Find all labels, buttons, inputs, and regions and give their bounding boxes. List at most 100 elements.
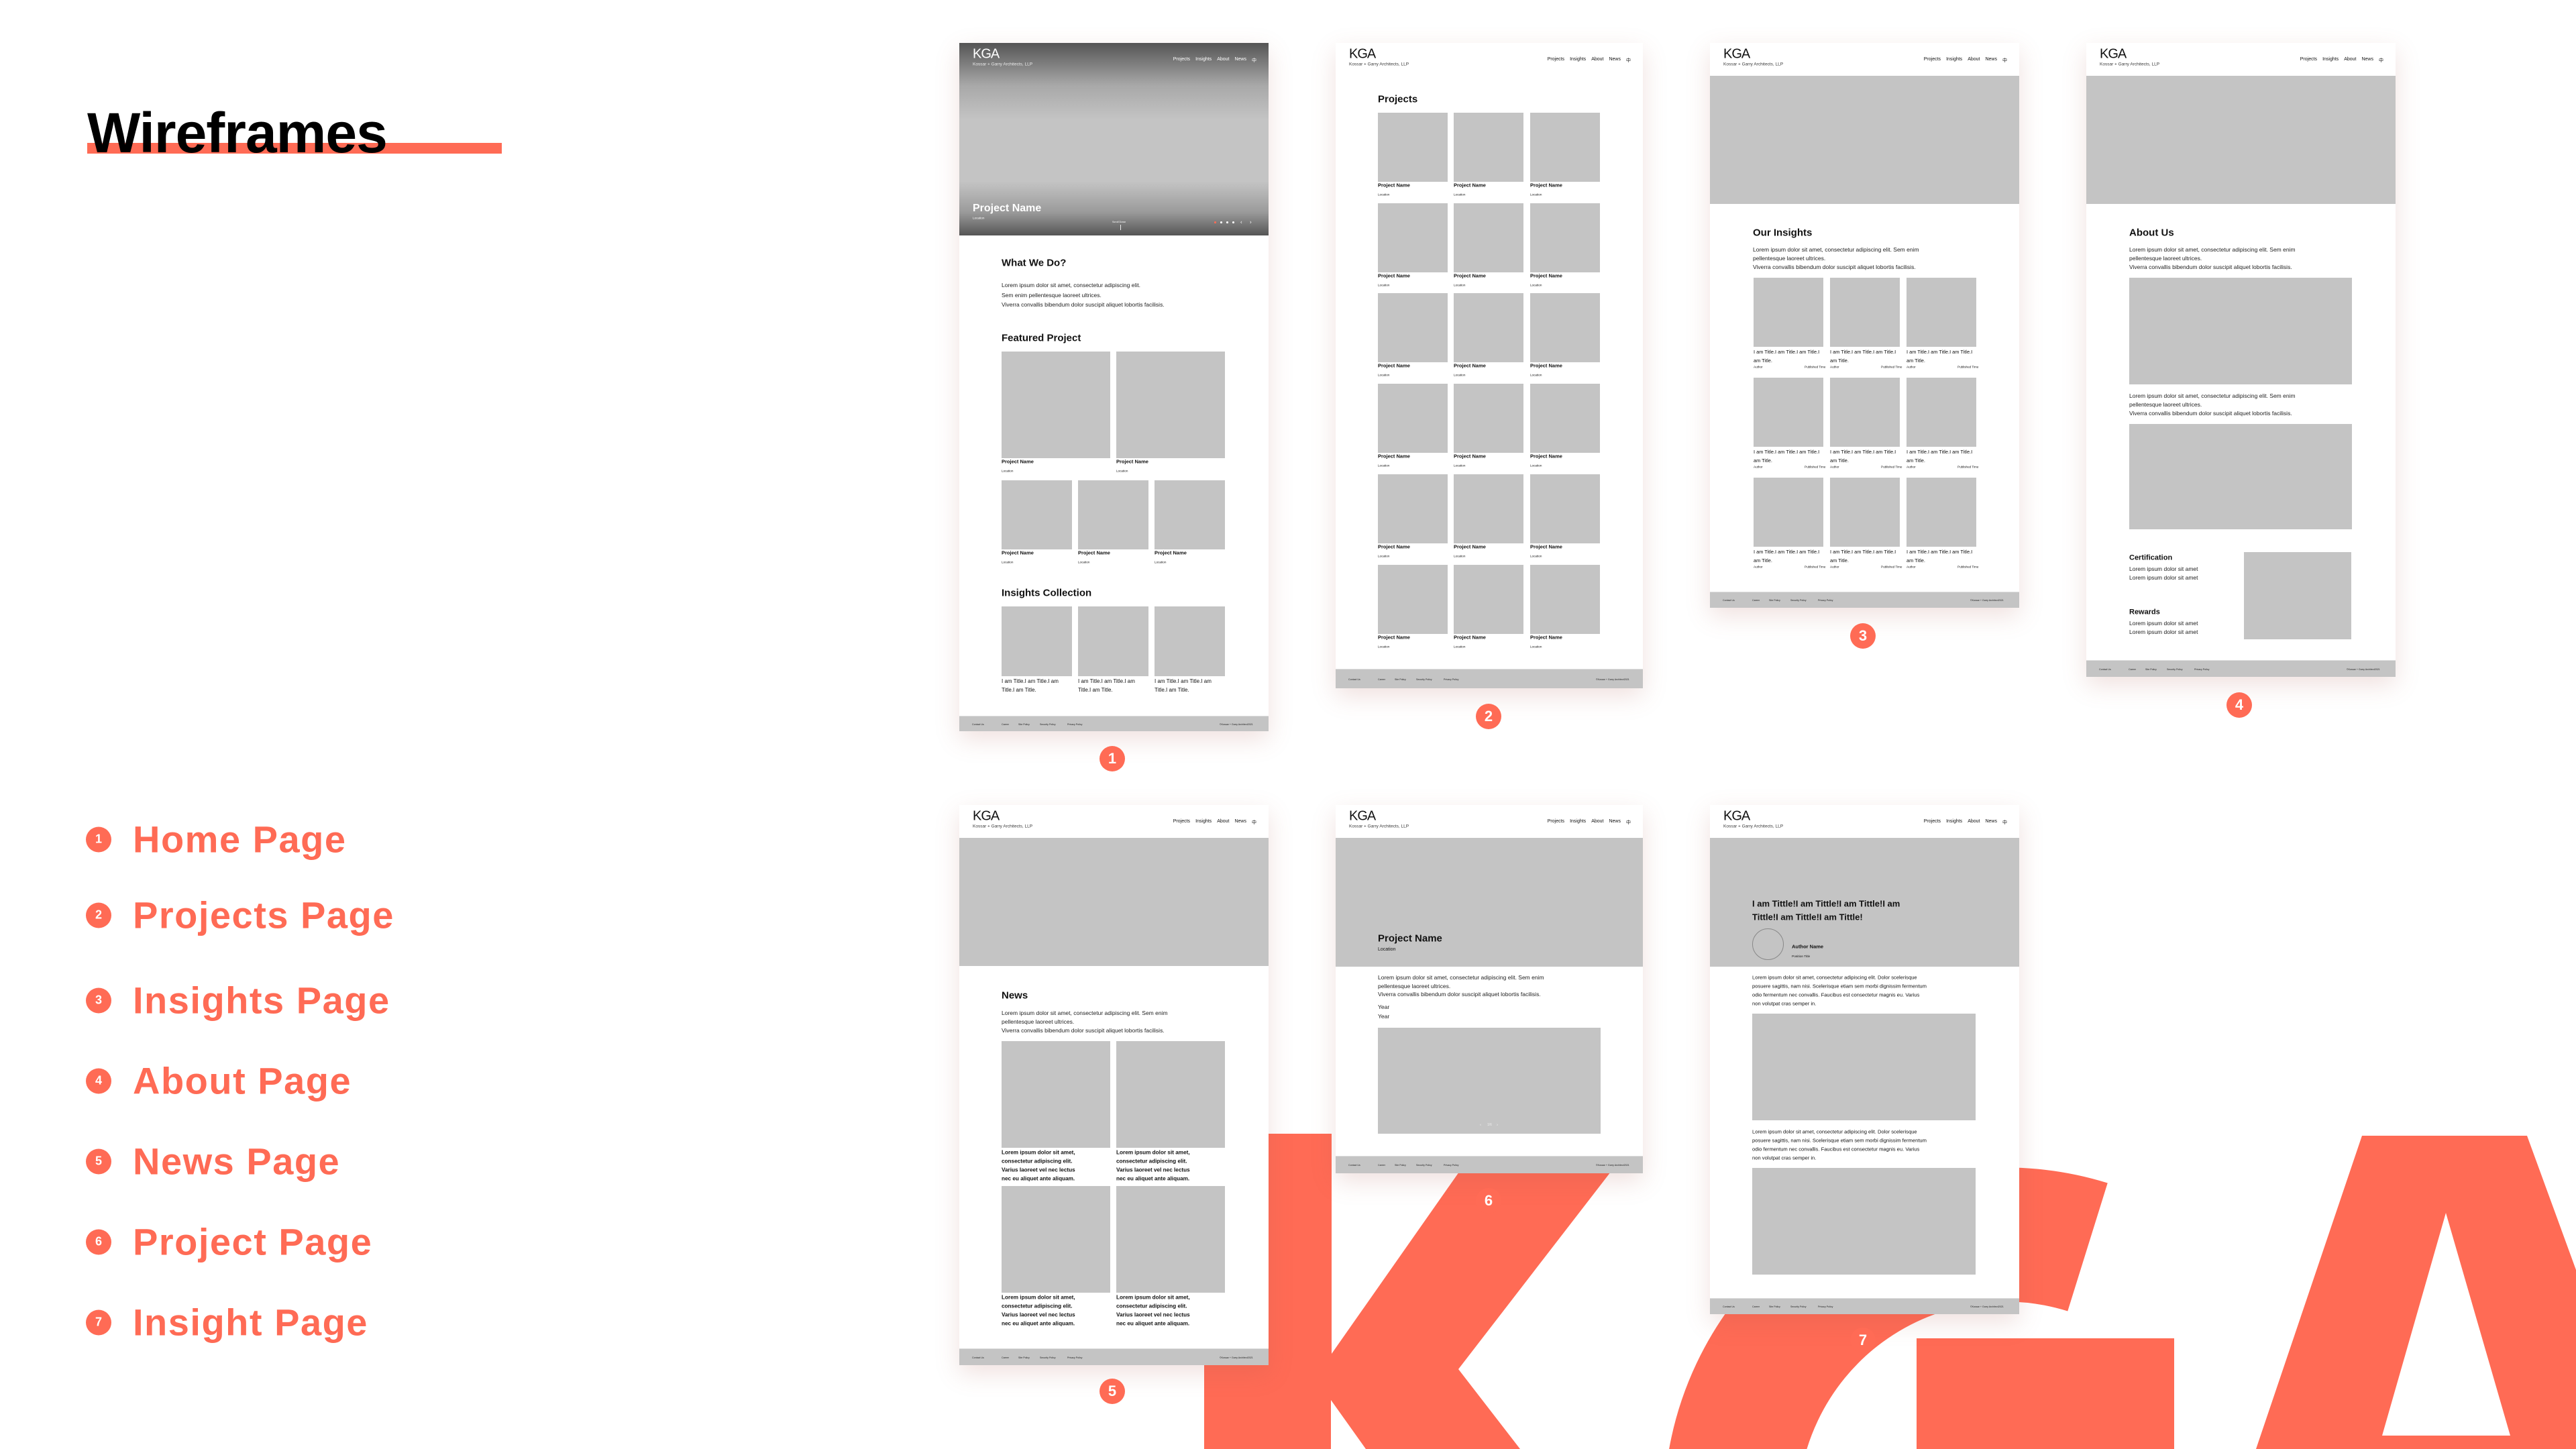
slider-prev-arrow[interactable]: ‹ bbox=[1240, 219, 1242, 225]
footer-link[interactable]: Career bbox=[1752, 1305, 1760, 1308]
nav-item-about[interactable]: About bbox=[1968, 57, 1980, 64]
nav-item-about[interactable]: About bbox=[2344, 57, 2356, 64]
footer-link[interactable]: Contact Us bbox=[1723, 599, 1735, 602]
nav-item-projects[interactable]: Projects bbox=[1924, 819, 1941, 826]
footer-link[interactable]: Privacy Policy bbox=[1818, 1305, 1833, 1308]
nav-item-insights[interactable]: Insights bbox=[1570, 57, 1586, 64]
footer-link[interactable]: Security Policy bbox=[1416, 1164, 1432, 1167]
nav-item-news[interactable]: News bbox=[1609, 57, 1621, 64]
nav-item-news[interactable]: News bbox=[1985, 57, 1997, 64]
footer-link[interactable]: Career bbox=[1378, 1164, 1385, 1167]
nav-item-news[interactable]: News bbox=[1985, 819, 1997, 826]
slider-dot[interactable] bbox=[1220, 221, 1222, 223]
paragraph-line: posuere sagittis, nam nisi. Scelerisque … bbox=[1752, 1137, 1927, 1144]
site-footer: Contact Us Career Site Policy Security Poli… bbox=[1336, 1156, 1643, 1173]
footer-link[interactable]: Contact Us bbox=[1348, 1164, 1360, 1167]
site-logo[interactable]: KGA bbox=[973, 809, 1000, 824]
author-position: Position Title bbox=[1792, 955, 1811, 959]
language-icon[interactable]: 中 bbox=[2002, 819, 2007, 826]
language-icon[interactable]: 中 bbox=[1626, 57, 1631, 64]
nav-item-projects[interactable]: Projects bbox=[1924, 57, 1941, 64]
nav-item-about[interactable]: About bbox=[1591, 819, 1603, 826]
slider-dot[interactable] bbox=[1214, 221, 1216, 223]
site-logo[interactable]: KGA bbox=[1723, 47, 1750, 62]
letter-g-bar bbox=[1917, 1338, 2174, 1449]
nav-item-projects[interactable]: Projects bbox=[1173, 819, 1190, 826]
nav-item-news[interactable]: News bbox=[2361, 57, 2373, 64]
footer-link[interactable]: Career bbox=[1378, 678, 1385, 680]
nav-item-about[interactable]: About bbox=[1217, 57, 1229, 64]
nav-item-news[interactable]: News bbox=[1609, 819, 1621, 826]
nav-item-projects[interactable]: Projects bbox=[1548, 57, 1564, 64]
footer-link[interactable]: Privacy Policy bbox=[2194, 667, 2209, 670]
scroll-down-line bbox=[1120, 225, 1121, 230]
footer-link[interactable]: Site Policy bbox=[1395, 678, 1406, 680]
footer-link[interactable]: Career bbox=[2129, 667, 2136, 670]
nav-item-insights[interactable]: Insights bbox=[1195, 57, 1212, 64]
insight-image bbox=[1907, 478, 1976, 547]
news-caption-line: nec eu aliquet ante aliquam. bbox=[1116, 1320, 1190, 1327]
nav-item-insights[interactable]: Insights bbox=[1195, 819, 1212, 826]
gallery-prev-arrow[interactable]: ‹ bbox=[1480, 1124, 1481, 1128]
footer-link[interactable]: Site Policy bbox=[1018, 722, 1030, 725]
paragraph-line: pellentesque laoreet ultrices. bbox=[1378, 982, 1451, 989]
footer-link[interactable]: Contact Us bbox=[1723, 1305, 1735, 1308]
footer-link[interactable]: Site Policy bbox=[1769, 599, 1780, 602]
site-logo[interactable]: KGA bbox=[1349, 47, 1376, 62]
footer-link[interactable]: Privacy Policy bbox=[1818, 599, 1833, 602]
paragraph-line: Lorem ipsum dolor sit amet bbox=[2129, 566, 2198, 573]
insight-author: Author bbox=[1754, 565, 1763, 569]
footer-link[interactable]: Site Policy bbox=[1769, 1305, 1780, 1308]
site-logo[interactable]: KGA bbox=[1723, 809, 1750, 824]
slider-next-arrow[interactable]: › bbox=[1250, 219, 1252, 225]
site-logo[interactable]: KGA bbox=[2100, 47, 2127, 62]
footer-link[interactable]: Site Policy bbox=[1395, 1164, 1406, 1167]
footer-link[interactable]: Contact Us bbox=[972, 1356, 984, 1358]
footer-link[interactable]: Privacy Policy bbox=[1444, 678, 1458, 680]
nav-item-projects[interactable]: Projects bbox=[1548, 819, 1564, 826]
nav-item-projects[interactable]: Projects bbox=[2300, 57, 2317, 64]
language-icon[interactable]: 中 bbox=[2002, 57, 2007, 64]
nav-item-insights[interactable]: Insights bbox=[2322, 57, 2339, 64]
nav-item-insights[interactable]: Insights bbox=[1946, 819, 1962, 826]
language-icon[interactable]: 中 bbox=[1252, 819, 1256, 826]
language-icon[interactable]: 中 bbox=[1252, 57, 1256, 64]
project-title: Project Name bbox=[1378, 932, 1442, 945]
language-icon[interactable]: 中 bbox=[1626, 819, 1631, 826]
nav-item-projects[interactable]: Projects bbox=[1173, 57, 1190, 64]
project-name: Project Name bbox=[1454, 453, 1486, 460]
nav-item-news[interactable]: News bbox=[1234, 57, 1246, 64]
scroll-down-label[interactable]: Scroll Down bbox=[1112, 221, 1126, 223]
footer-link[interactable]: Privacy Policy bbox=[1067, 1356, 1082, 1358]
footer-link[interactable]: Contact Us bbox=[972, 722, 984, 725]
footer-link[interactable]: Privacy Policy bbox=[1067, 722, 1082, 725]
nav-item-about[interactable]: About bbox=[1968, 819, 1980, 826]
slider-dot[interactable] bbox=[1226, 221, 1228, 223]
nav-item-news[interactable]: News bbox=[1234, 819, 1246, 826]
nav-item-about[interactable]: About bbox=[1591, 57, 1603, 64]
site-header: KGA Kossar + Garry Architects, LLP Project… bbox=[1336, 43, 1643, 76]
footer-link[interactable]: Career bbox=[1752, 599, 1760, 602]
footer-link[interactable]: Site Policy bbox=[1018, 1356, 1030, 1358]
footer-link[interactable]: Security Policy bbox=[2167, 667, 2183, 670]
footer-link[interactable]: Career bbox=[1002, 722, 1009, 725]
footer-link[interactable]: Contact Us bbox=[1348, 678, 1360, 680]
footer-link[interactable]: Career bbox=[1002, 1356, 1009, 1358]
footer-link[interactable]: Security Policy bbox=[1040, 722, 1056, 725]
footer-link[interactable]: Site Policy bbox=[2145, 667, 2157, 670]
footer-link[interactable]: Privacy Policy bbox=[1444, 1164, 1458, 1167]
slider-dot[interactable] bbox=[1232, 221, 1234, 223]
footer-link[interactable]: Security Policy bbox=[1790, 1305, 1807, 1308]
gallery-next-arrow[interactable]: › bbox=[1497, 1124, 1498, 1128]
nav-item-about[interactable]: About bbox=[1217, 819, 1229, 826]
language-icon[interactable]: 中 bbox=[2379, 57, 2383, 64]
site-logo[interactable]: KGA bbox=[1349, 809, 1376, 824]
footer-link[interactable]: Security Policy bbox=[1790, 599, 1807, 602]
site-logo[interactable]: KGA bbox=[973, 47, 1000, 62]
nav-item-insights[interactable]: Insights bbox=[1570, 819, 1586, 826]
footer-link[interactable]: Security Policy bbox=[1040, 1356, 1056, 1358]
footer-link[interactable]: Security Policy bbox=[1416, 678, 1432, 680]
insight-published-time: Published Time bbox=[1881, 465, 1902, 469]
footer-link[interactable]: Contact Us bbox=[2099, 667, 2111, 670]
nav-item-insights[interactable]: Insights bbox=[1946, 57, 1962, 64]
